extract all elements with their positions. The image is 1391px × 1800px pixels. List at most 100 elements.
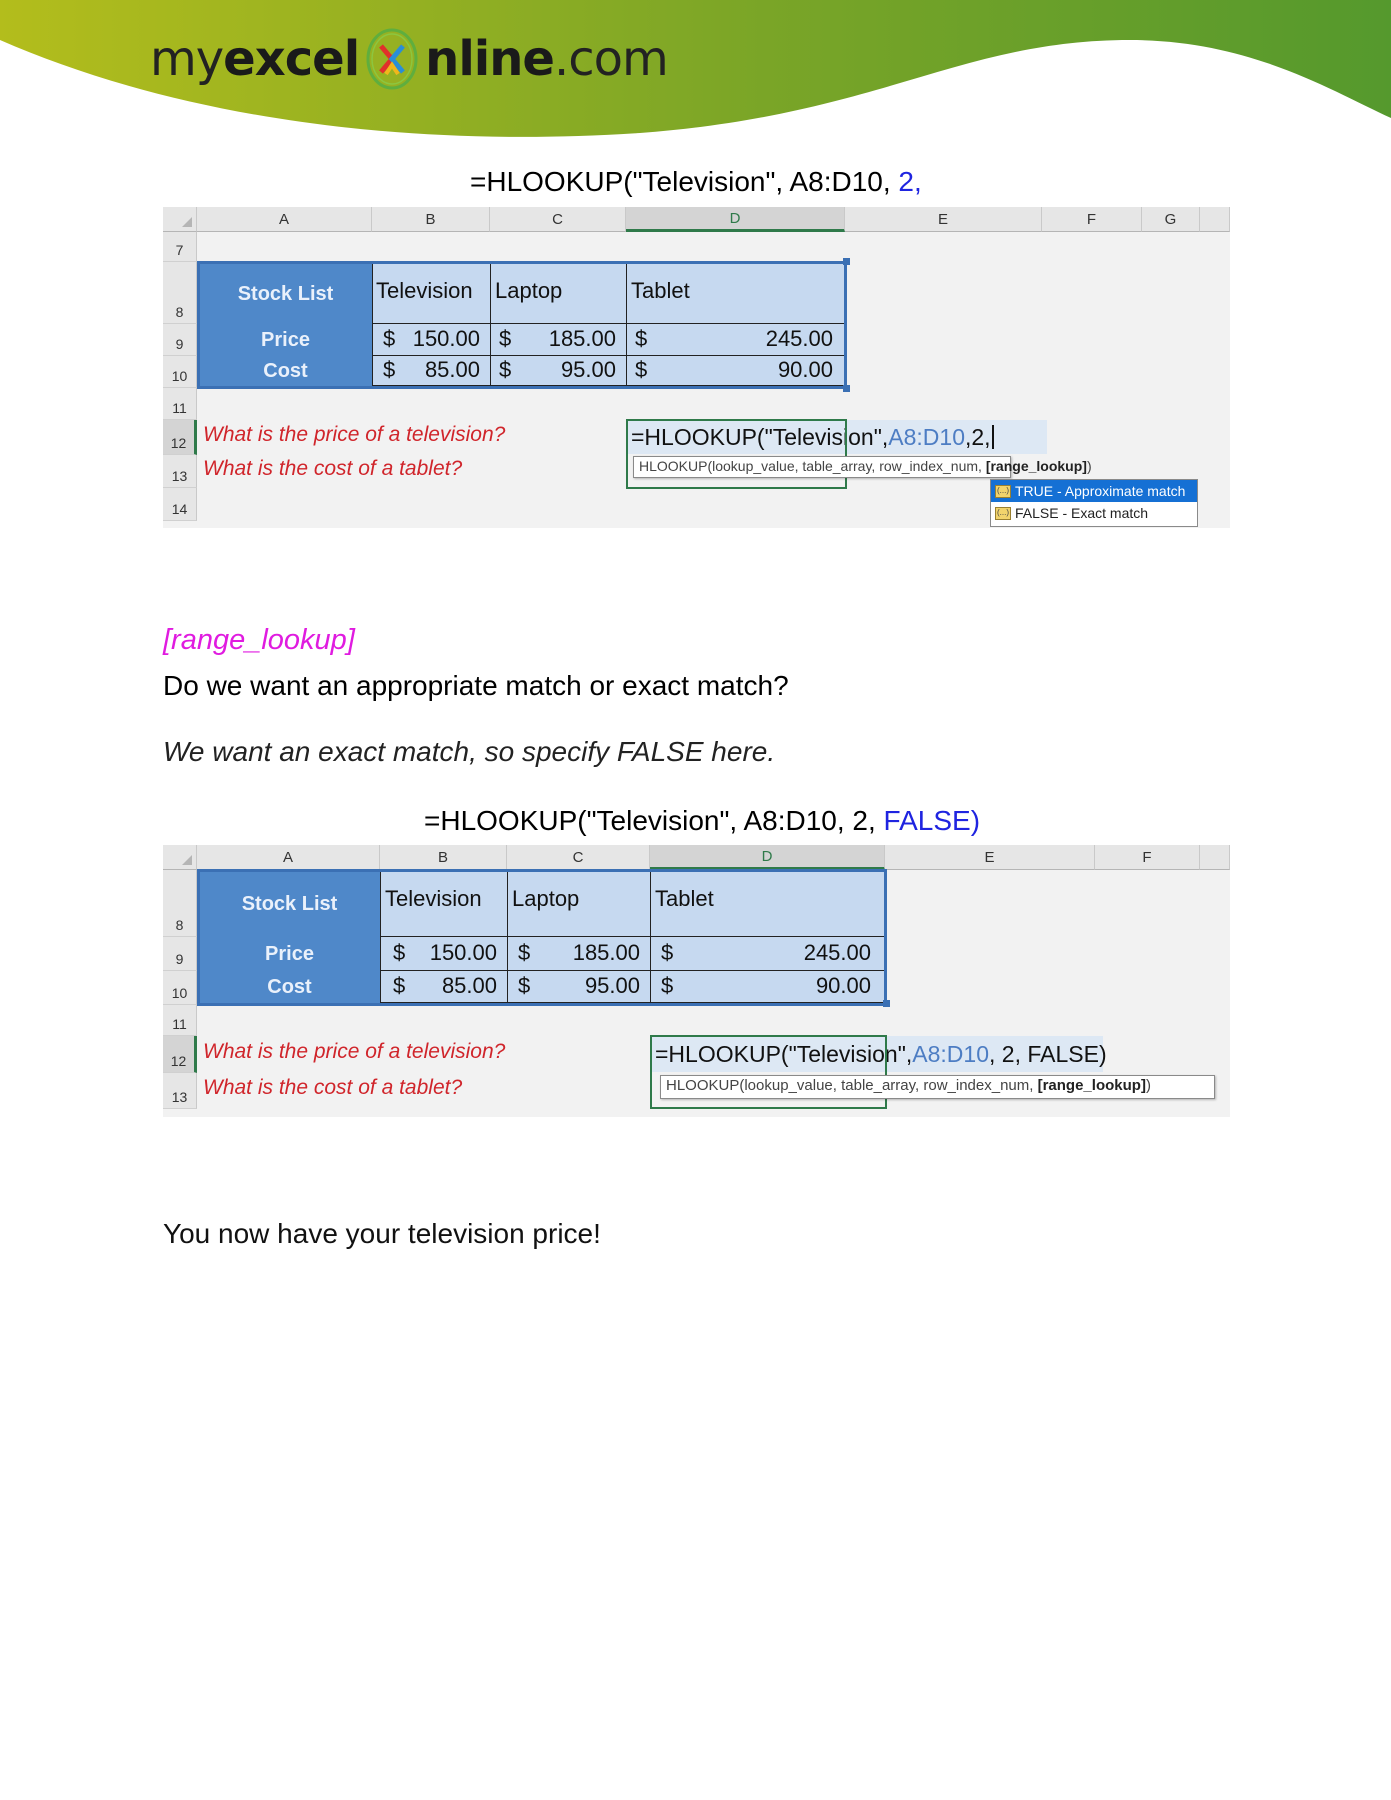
cell-price-laptop[interactable]: $ 185.00 bbox=[507, 937, 650, 971]
formula-range-ref: A8:D10 bbox=[888, 423, 965, 450]
tooltip-text: ) bbox=[1086, 458, 1092, 474]
column-header-b[interactable]: B bbox=[372, 207, 490, 232]
row-header-7[interactable]: 7 bbox=[163, 232, 197, 262]
cell-tablet-header[interactable]: Tablet bbox=[626, 264, 845, 324]
cell-cost-television[interactable]: $ 85.00 bbox=[372, 356, 490, 386]
cell-price-tablet[interactable]: $ 245.00 bbox=[650, 937, 885, 971]
function-syntax-tooltip: HLOOKUP(lookup_value, table_array, row_i… bbox=[660, 1075, 1215, 1099]
column-header-c[interactable]: C bbox=[507, 845, 650, 870]
row-header-9[interactable]: 9 bbox=[163, 324, 197, 356]
currency-symbol: $ bbox=[383, 357, 396, 382]
row-header-12[interactable]: 12 bbox=[163, 1036, 197, 1073]
autocomplete-option-true[interactable]: (...) TRUE - Approximate match bbox=[991, 480, 1197, 502]
cell-laptop-header[interactable]: Laptop bbox=[490, 264, 626, 324]
cell-stock-list-header[interactable]: Stock List bbox=[199, 264, 372, 324]
selection-handle[interactable] bbox=[883, 1000, 890, 1007]
formula-text: , 2, FALSE) bbox=[989, 1040, 1107, 1067]
row-header-13[interactable]: 13 bbox=[163, 1073, 197, 1109]
section-question: Do we want an appropriate match or exact… bbox=[163, 670, 789, 701]
cell-price-laptop[interactable]: $ 185.00 bbox=[490, 324, 626, 356]
cell-price-television[interactable]: $ 150.00 bbox=[372, 324, 490, 356]
column-header-e[interactable]: E bbox=[845, 207, 1042, 232]
cell-price-label[interactable]: Price bbox=[199, 937, 380, 971]
autocomplete-option-false[interactable]: (...) FALSE - Exact match bbox=[991, 502, 1197, 524]
currency-symbol: $ bbox=[661, 973, 674, 998]
column-header-e[interactable]: E bbox=[885, 845, 1095, 870]
question-cost-tablet[interactable]: What is the cost of a tablet? bbox=[203, 1076, 462, 1100]
column-header-a[interactable]: A bbox=[197, 845, 380, 870]
currency-symbol: $ bbox=[518, 940, 531, 965]
cell-cost-tablet[interactable]: $ 90.00 bbox=[626, 356, 845, 386]
row-header-8[interactable]: 8 bbox=[163, 870, 197, 937]
column-header-g[interactable]: G bbox=[1142, 207, 1200, 232]
row-header-12[interactable]: 12 bbox=[163, 420, 197, 455]
cell-stock-list-header[interactable]: Stock List bbox=[199, 872, 380, 937]
column-header-h[interactable] bbox=[1200, 207, 1230, 232]
question-cost-tablet[interactable]: What is the cost of a tablet? bbox=[203, 457, 462, 481]
tooltip-text: HLOOKUP(lookup_value, table_array, row_i… bbox=[666, 1077, 1038, 1094]
logo-x-icon bbox=[366, 28, 418, 90]
cell-cost-laptop[interactable]: $ 95.00 bbox=[507, 971, 650, 1003]
formula-heading-2: =HLOOKUP("Television", A8:D10, 2, FALSE) bbox=[424, 805, 980, 837]
question-price-television[interactable]: What is the price of a television? bbox=[203, 1040, 505, 1064]
site-logo: my excel nline .com bbox=[150, 24, 669, 94]
select-all-corner[interactable] bbox=[163, 845, 197, 870]
currency-symbol: $ bbox=[635, 357, 648, 382]
argument-value-icon: (...) bbox=[995, 484, 1011, 498]
cell-cost-tablet[interactable]: $ 90.00 bbox=[650, 971, 885, 1003]
cell-price-tablet[interactable]: $ 245.00 bbox=[626, 324, 845, 356]
currency-symbol: $ bbox=[661, 940, 674, 965]
cell-price-television[interactable]: $ 150.00 bbox=[380, 937, 507, 971]
cell-tablet-header[interactable]: Tablet bbox=[650, 872, 885, 937]
column-header-f[interactable]: F bbox=[1095, 845, 1200, 870]
cell-laptop-header[interactable]: Laptop bbox=[507, 872, 650, 937]
cell-cost-television[interactable]: $ 85.00 bbox=[380, 971, 507, 1003]
row-header-13[interactable]: 13 bbox=[163, 455, 197, 488]
select-all-corner[interactable] bbox=[163, 207, 197, 232]
currency-symbol: $ bbox=[383, 326, 396, 351]
row-header-14[interactable]: 14 bbox=[163, 488, 197, 521]
amount: 245.00 bbox=[803, 940, 871, 965]
amount: 90.00 bbox=[777, 357, 833, 382]
row-header-8[interactable]: 8 bbox=[163, 262, 197, 324]
logo-text-excel: excel bbox=[223, 31, 360, 87]
row-header-9[interactable]: 9 bbox=[163, 937, 197, 971]
logo-text-com: .com bbox=[553, 31, 669, 87]
amount: 85.00 bbox=[441, 973, 497, 998]
selection-handle[interactable] bbox=[843, 385, 850, 392]
column-header-d[interactable]: D bbox=[626, 207, 845, 232]
currency-symbol: $ bbox=[518, 973, 531, 998]
row-header-10[interactable]: 10 bbox=[163, 971, 197, 1005]
amount: 95.00 bbox=[584, 973, 640, 998]
cell-television-header[interactable]: Television bbox=[372, 264, 490, 324]
row-header-11[interactable]: 11 bbox=[163, 388, 197, 420]
amount: 90.00 bbox=[815, 973, 871, 998]
amount: 185.00 bbox=[572, 940, 640, 965]
cell-price-label[interactable]: Price bbox=[199, 324, 372, 356]
column-header-g[interactable] bbox=[1200, 845, 1230, 870]
column-header-d[interactable]: D bbox=[650, 845, 885, 870]
column-header-c[interactable]: C bbox=[490, 207, 626, 232]
text-cursor bbox=[991, 425, 994, 449]
row-header-11[interactable]: 11 bbox=[163, 1005, 197, 1036]
formula-heading-highlight: FALSE) bbox=[883, 805, 981, 836]
row-header-10[interactable]: 10 bbox=[163, 356, 197, 388]
currency-symbol: $ bbox=[393, 973, 406, 998]
column-header-f[interactable]: F bbox=[1042, 207, 1142, 232]
cell-cost-laptop[interactable]: $ 95.00 bbox=[490, 356, 626, 386]
conclusion-text: You now have your television price! bbox=[163, 1218, 601, 1249]
column-header-b[interactable]: B bbox=[380, 845, 507, 870]
question-price-television[interactable]: What is the price of a television? bbox=[203, 423, 505, 447]
formula-heading-1: =HLOOKUP("Television", A8:D10, 2, bbox=[470, 166, 922, 198]
cell-cost-label[interactable]: Cost bbox=[199, 971, 380, 1003]
selection-handle[interactable] bbox=[843, 258, 850, 265]
cell-television-header[interactable]: Television bbox=[380, 872, 507, 937]
option-label: TRUE - Approximate match bbox=[1015, 483, 1186, 499]
logo-text-nline: nline bbox=[425, 31, 555, 87]
amount: 85.00 bbox=[424, 357, 480, 382]
column-header-a[interactable]: A bbox=[197, 207, 372, 232]
tooltip-text: HLOOKUP(lookup_value, table_array, row_i… bbox=[639, 458, 986, 474]
cell-cost-label[interactable]: Cost bbox=[199, 356, 372, 386]
parameter-name: [range_lookup] bbox=[163, 624, 355, 656]
formula-heading-text: =HLOOKUP("Television", A8:D10, bbox=[470, 166, 899, 197]
